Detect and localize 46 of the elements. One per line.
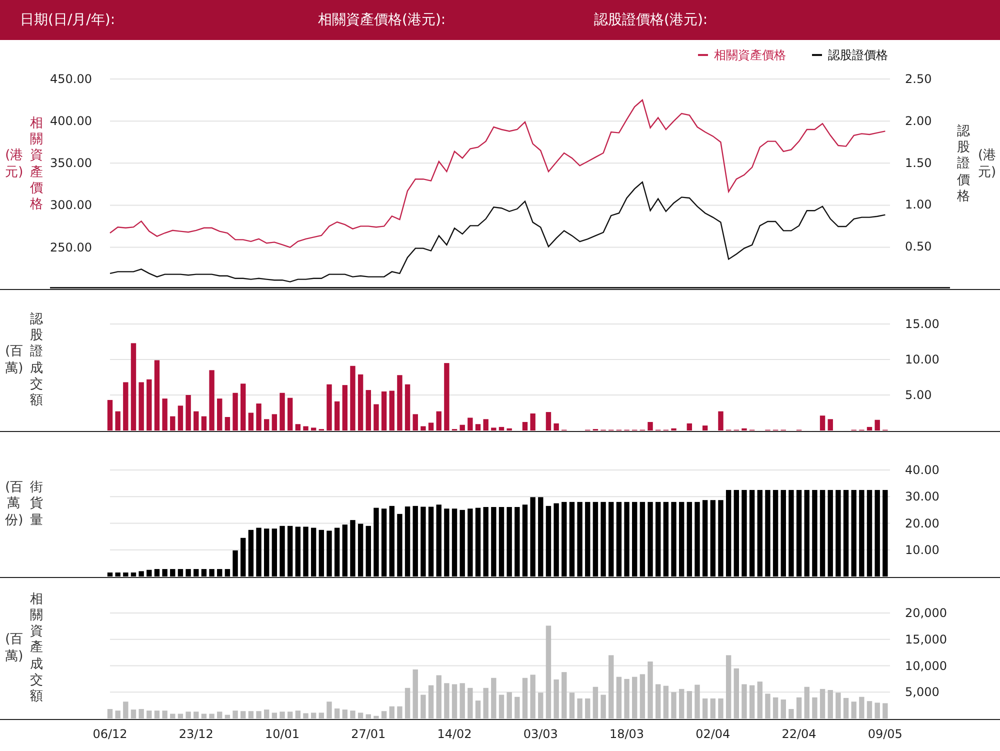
- axis-tick-label: 10.00: [905, 352, 940, 366]
- axis-tick-label: 10.00: [905, 542, 940, 557]
- axis-tick-label: 20.00: [905, 516, 940, 530]
- axis-tick-label: 0.50: [905, 240, 932, 254]
- axis-title: 相關資產成交額: [28, 590, 44, 706]
- legend-label: 相關資產價格: [714, 46, 786, 64]
- axis-title: 認股證成交額: [28, 310, 44, 410]
- axis-tick-label: 10,000: [905, 658, 947, 673]
- axis-tick-label: 14/02: [437, 727, 472, 741]
- axis-tick-label: 40.00: [905, 463, 940, 477]
- axis-title: 認股證價格: [956, 122, 972, 206]
- axis-tick-label: 02/04: [696, 727, 730, 741]
- axis-tick-label: 06/12: [92, 727, 128, 741]
- axis-tick-label: 15.00: [905, 317, 940, 331]
- axis-tick-label: 300.00: [50, 198, 92, 212]
- axis-tick-label: 2.50: [905, 72, 932, 86]
- axis-unit-label: (百萬): [5, 343, 22, 378]
- legend-label: 認股證價格: [828, 46, 888, 64]
- axis-tick-label: 5,000: [905, 685, 940, 700]
- axis-unit-label: (港元): [978, 147, 995, 182]
- axis-tick-label: 18/03: [609, 727, 644, 741]
- axis-tick-label: 27/01: [351, 727, 386, 741]
- axis-unit-label: (百萬): [5, 631, 22, 666]
- axis-tick-label: 250.00: [50, 240, 92, 254]
- axis-tick-label: 1.00: [905, 198, 932, 212]
- axis-tick-label: 2.00: [905, 114, 932, 128]
- axis-tick-label: 1.50: [905, 156, 932, 170]
- axis-tick-label: 20,000: [905, 606, 947, 620]
- axis-unit-label: (港元): [5, 147, 22, 182]
- axis-tick-label: 23/12: [178, 727, 214, 741]
- axis-tick-label: 5.00: [905, 388, 932, 402]
- header-label: 相關資產價格(港元):: [318, 11, 446, 29]
- axis-tick-label: 10/01: [264, 727, 300, 741]
- header-label: 日期(日/月/年):: [20, 11, 116, 29]
- axis-title: 相關資產價格: [28, 114, 44, 214]
- axis-tick-label: 22/04: [782, 727, 816, 741]
- axis-tick-label: 400.00: [50, 114, 92, 128]
- axis-tick-label: 350.00: [50, 156, 92, 170]
- axis-tick-label: 450.00: [50, 72, 92, 86]
- axis-tick-label: 03/03: [523, 727, 558, 741]
- axis-tick-label: 09/05: [868, 727, 902, 741]
- axis-tick-label: 15,000: [905, 632, 947, 646]
- header-label: 認股證價格(港元):: [594, 11, 708, 29]
- axis-tick-label: 30.00: [905, 490, 940, 504]
- axis-unit-label: (百萬份): [5, 479, 22, 530]
- axis-title: 街貨量: [28, 479, 44, 530]
